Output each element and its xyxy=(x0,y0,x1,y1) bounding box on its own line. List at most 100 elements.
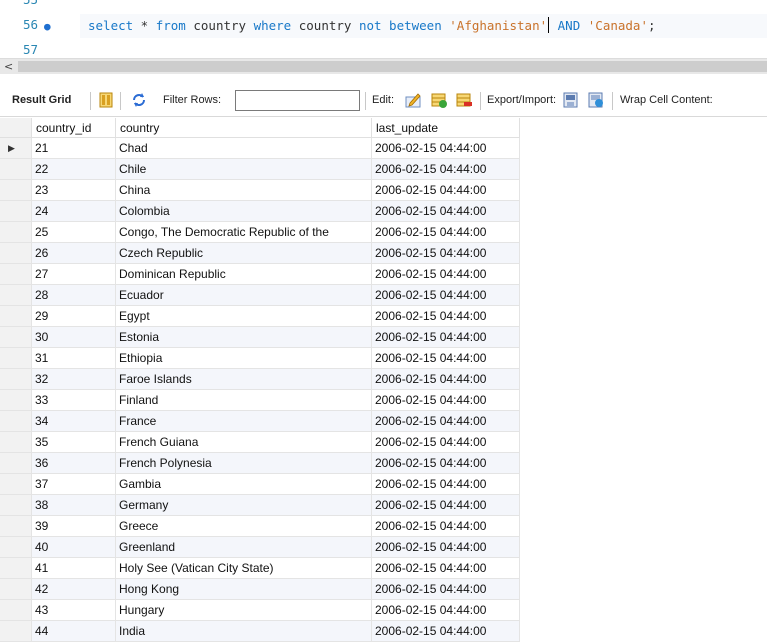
table-row[interactable]: 43 Hungary 2006-02-15 04:44:00 xyxy=(0,600,520,621)
row-gutter[interactable] xyxy=(0,495,32,516)
row-gutter[interactable] xyxy=(0,201,32,222)
column-header-country[interactable]: country xyxy=(116,118,372,138)
table-row[interactable]: 28 Ecuador 2006-02-15 04:44:00 xyxy=(0,285,520,306)
column-header-country-id[interactable]: country_id xyxy=(32,118,116,138)
scrollbar-thumb[interactable] xyxy=(18,61,767,72)
table-row[interactable]: ▶ 21 Chad 2006-02-15 04:44:00 xyxy=(0,138,520,159)
cell-last-update[interactable]: 2006-02-15 04:44:00 xyxy=(372,159,520,180)
cell-country-id[interactable]: 29 xyxy=(32,306,116,327)
row-gutter[interactable] xyxy=(0,579,32,600)
table-row[interactable]: 40 Greenland 2006-02-15 04:44:00 xyxy=(0,537,520,558)
cell-last-update[interactable]: 2006-02-15 04:44:00 xyxy=(372,306,520,327)
cell-country[interactable]: Chile xyxy=(116,159,372,180)
current-row-marker-icon[interactable]: ▶ xyxy=(0,138,32,159)
cell-country[interactable]: Hungary xyxy=(116,600,372,621)
cell-country[interactable]: Ethiopia xyxy=(116,348,372,369)
wrap-cell-content-label[interactable]: Wrap Cell Content: xyxy=(620,94,713,106)
form-editor-icon[interactable] xyxy=(97,91,115,109)
cell-last-update[interactable]: 2006-02-15 04:44:00 xyxy=(372,432,520,453)
table-row[interactable]: 32 Faroe Islands 2006-02-15 04:44:00 xyxy=(0,369,520,390)
table-row[interactable]: 37 Gambia 2006-02-15 04:44:00 xyxy=(0,474,520,495)
cell-country-id[interactable]: 44 xyxy=(32,621,116,642)
cell-country-id[interactable]: 42 xyxy=(32,579,116,600)
cell-country-id[interactable]: 36 xyxy=(32,453,116,474)
cell-country-id[interactable]: 33 xyxy=(32,390,116,411)
cell-country[interactable]: Czech Republic xyxy=(116,243,372,264)
delete-row-icon[interactable] xyxy=(455,91,473,109)
cell-last-update[interactable]: 2006-02-15 04:44:00 xyxy=(372,264,520,285)
cell-last-update[interactable]: 2006-02-15 04:44:00 xyxy=(372,621,520,642)
scroll-left-arrow-icon[interactable]: < xyxy=(4,59,13,74)
cell-country-id[interactable]: 25 xyxy=(32,222,116,243)
edit-row-icon[interactable] xyxy=(404,91,422,109)
cell-last-update[interactable]: 2006-02-15 04:44:00 xyxy=(372,138,520,159)
table-row[interactable]: 33 Finland 2006-02-15 04:44:00 xyxy=(0,390,520,411)
table-row[interactable]: 42 Hong Kong 2006-02-15 04:44:00 xyxy=(0,579,520,600)
table-row[interactable]: 22 Chile 2006-02-15 04:44:00 xyxy=(0,159,520,180)
result-grid-tab[interactable]: Result Grid xyxy=(12,94,71,106)
cell-country-id[interactable]: 30 xyxy=(32,327,116,348)
cell-last-update[interactable]: 2006-02-15 04:44:00 xyxy=(372,558,520,579)
cell-last-update[interactable]: 2006-02-15 04:44:00 xyxy=(372,600,520,621)
table-row[interactable]: 31 Ethiopia 2006-02-15 04:44:00 xyxy=(0,348,520,369)
cell-last-update[interactable]: 2006-02-15 04:44:00 xyxy=(372,453,520,474)
cell-country-id[interactable]: 32 xyxy=(32,369,116,390)
row-gutter[interactable] xyxy=(0,537,32,558)
cell-country-id[interactable]: 31 xyxy=(32,348,116,369)
row-gutter[interactable] xyxy=(0,474,32,495)
cell-country-id[interactable]: 26 xyxy=(32,243,116,264)
cell-last-update[interactable]: 2006-02-15 04:44:00 xyxy=(372,180,520,201)
cell-country-id[interactable]: 22 xyxy=(32,159,116,180)
row-gutter[interactable] xyxy=(0,390,32,411)
row-gutter[interactable] xyxy=(0,621,32,642)
cell-last-update[interactable]: 2006-02-15 04:44:00 xyxy=(372,474,520,495)
cell-country-id[interactable]: 40 xyxy=(32,537,116,558)
row-gutter[interactable] xyxy=(0,180,32,201)
editor-horizontal-scrollbar[interactable]: < xyxy=(0,58,767,74)
cell-country[interactable]: Congo, The Democratic Republic of the xyxy=(116,222,372,243)
row-gutter[interactable] xyxy=(0,558,32,579)
row-gutter[interactable] xyxy=(0,243,32,264)
cell-country[interactable]: Gambia xyxy=(116,474,372,495)
cell-country-id[interactable]: 27 xyxy=(32,264,116,285)
table-row[interactable]: 39 Greece 2006-02-15 04:44:00 xyxy=(0,516,520,537)
cell-country[interactable]: French Polynesia xyxy=(116,453,372,474)
cell-country[interactable]: Faroe Islands xyxy=(116,369,372,390)
row-gutter[interactable] xyxy=(0,432,32,453)
row-gutter[interactable] xyxy=(0,159,32,180)
table-row[interactable]: 24 Colombia 2006-02-15 04:44:00 xyxy=(0,201,520,222)
cell-last-update[interactable]: 2006-02-15 04:44:00 xyxy=(372,516,520,537)
cell-last-update[interactable]: 2006-02-15 04:44:00 xyxy=(372,327,520,348)
column-header-last-update[interactable]: last_update xyxy=(372,118,520,138)
cell-country[interactable]: France xyxy=(116,411,372,432)
result-grid[interactable]: country_id country last_update ▶ 21 Chad 20… xyxy=(0,118,767,642)
row-gutter[interactable] xyxy=(0,369,32,390)
cell-country-id[interactable]: 43 xyxy=(32,600,116,621)
cell-country[interactable]: Germany xyxy=(116,495,372,516)
cell-last-update[interactable]: 2006-02-15 04:44:00 xyxy=(372,579,520,600)
row-gutter[interactable] xyxy=(0,411,32,432)
cell-country-id[interactable]: 24 xyxy=(32,201,116,222)
cell-last-update[interactable]: 2006-02-15 04:44:00 xyxy=(372,201,520,222)
cell-country[interactable]: French Guiana xyxy=(116,432,372,453)
cell-country[interactable]: Chad xyxy=(116,138,372,159)
cell-last-update[interactable]: 2006-02-15 04:44:00 xyxy=(372,411,520,432)
cell-last-update[interactable]: 2006-02-15 04:44:00 xyxy=(372,348,520,369)
table-row[interactable]: 35 French Guiana 2006-02-15 04:44:00 xyxy=(0,432,520,453)
cell-last-update[interactable]: 2006-02-15 04:44:00 xyxy=(372,390,520,411)
table-row[interactable]: 27 Dominican Republic 2006-02-15 04:44:00 xyxy=(0,264,520,285)
cell-last-update[interactable]: 2006-02-15 04:44:00 xyxy=(372,495,520,516)
cell-country[interactable]: China xyxy=(116,180,372,201)
table-row[interactable]: 36 French Polynesia 2006-02-15 04:44:00 xyxy=(0,453,520,474)
cell-country-id[interactable]: 38 xyxy=(32,495,116,516)
row-gutter[interactable] xyxy=(0,348,32,369)
cell-country[interactable]: Hong Kong xyxy=(116,579,372,600)
sql-editor[interactable]: 55 56 ● select * from country where coun… xyxy=(0,0,767,58)
cell-country-id[interactable]: 37 xyxy=(32,474,116,495)
row-gutter[interactable] xyxy=(0,327,32,348)
table-row[interactable]: 34 France 2006-02-15 04:44:00 xyxy=(0,411,520,432)
cell-country[interactable]: Finland xyxy=(116,390,372,411)
cell-country[interactable]: Estonia xyxy=(116,327,372,348)
table-row[interactable]: 30 Estonia 2006-02-15 04:44:00 xyxy=(0,327,520,348)
cell-last-update[interactable]: 2006-02-15 04:44:00 xyxy=(372,537,520,558)
